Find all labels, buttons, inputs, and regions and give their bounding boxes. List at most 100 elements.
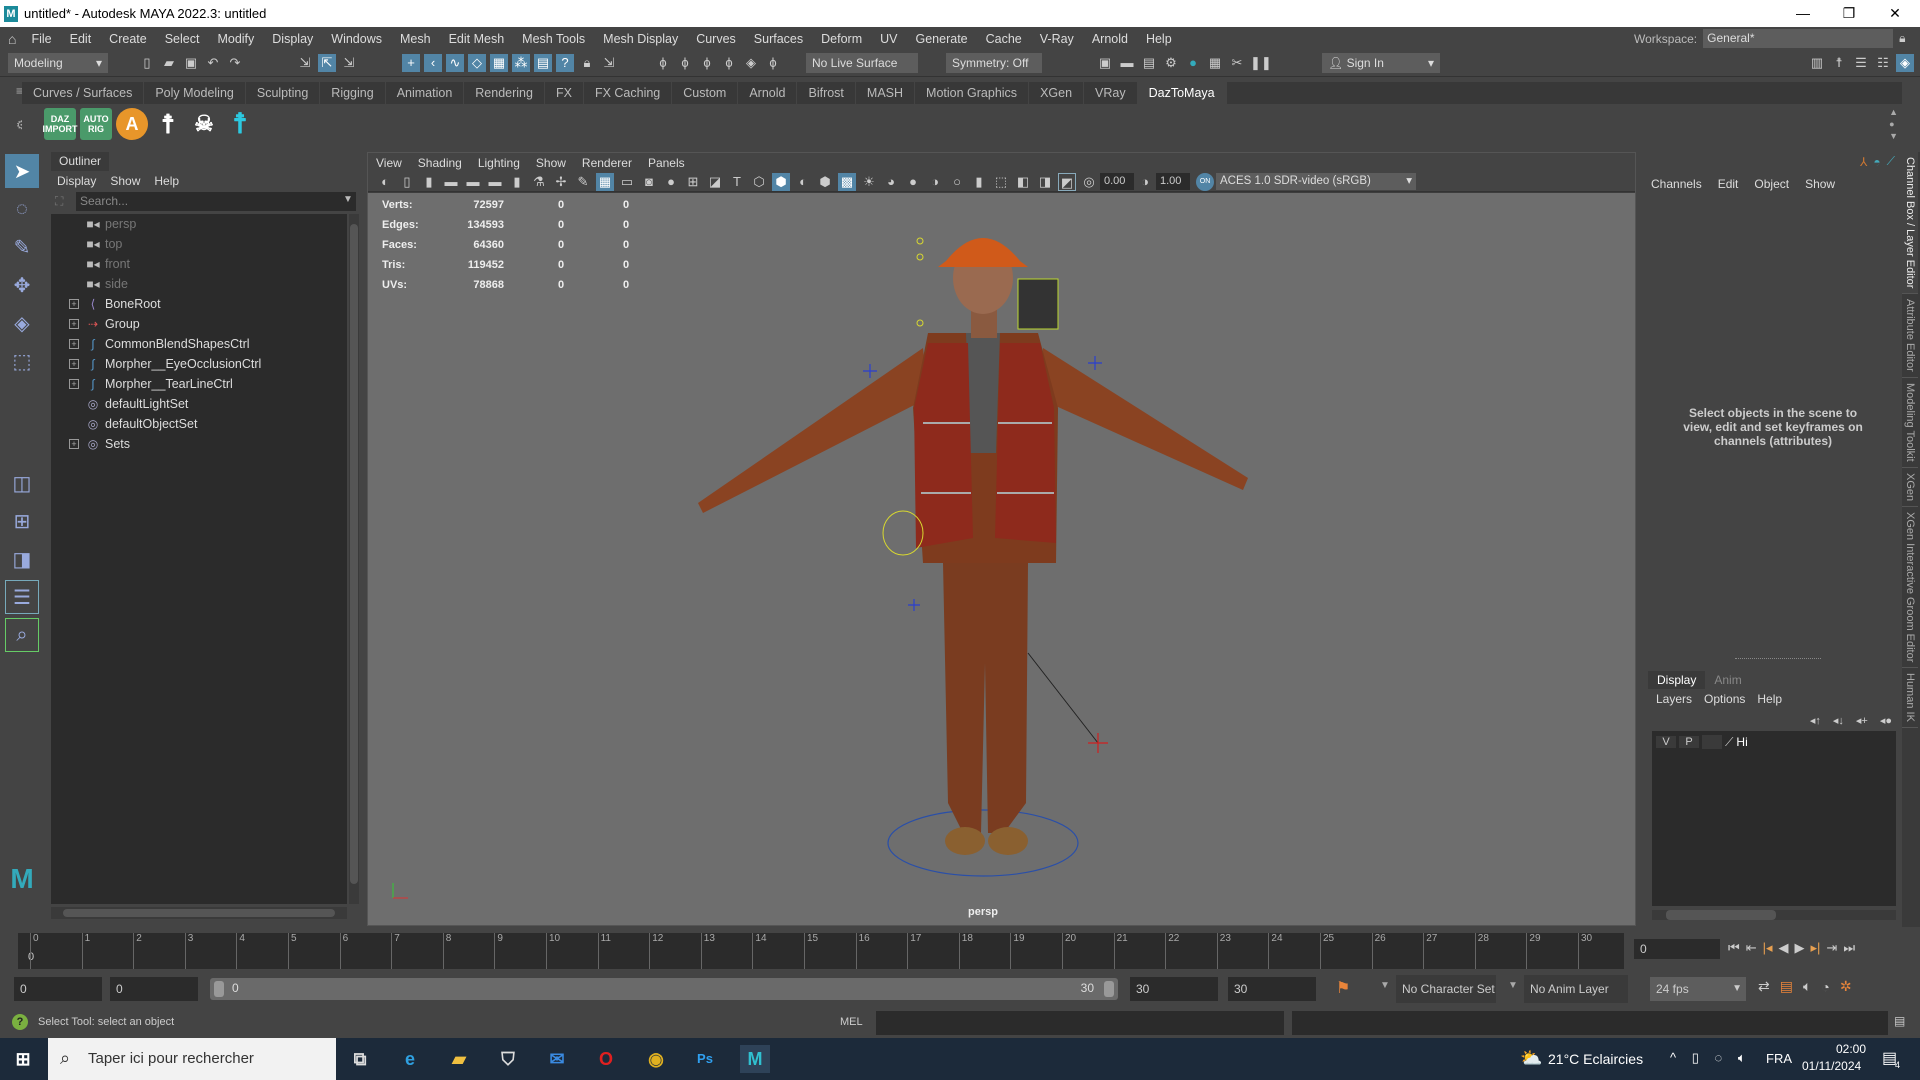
outliner-menu-help[interactable]: Help (154, 174, 179, 188)
filter-icon[interactable]: ⛶ (55, 194, 63, 209)
menu-mesh-tools[interactable]: Mesh Tools (522, 32, 585, 46)
screen-space-ao-icon[interactable]: ● (904, 173, 922, 191)
outliner-item[interactable]: ■◂ side (51, 274, 347, 294)
rotate-tool-icon[interactable]: ◈ (5, 306, 39, 340)
outliner-item[interactable]: ◎ defaultObjectSet (51, 414, 347, 434)
tool-settings-icon[interactable]: ☷ (1874, 54, 1892, 72)
side-tab-xgen-interactive-groom-editor[interactable]: XGen Interactive Groom Editor (1902, 507, 1918, 669)
resolution-gate-icon[interactable]: ◙ (640, 173, 658, 191)
side-tab-channel-box-layer-editor[interactable]: Channel Box / Layer Editor (1902, 152, 1918, 295)
grid-icon[interactable]: ▦ (596, 172, 614, 191)
outliner-item[interactable]: + ∫ Morpher__TearLineCtrl (51, 374, 347, 394)
expand-icon[interactable]: + (69, 319, 79, 329)
outliner-item[interactable]: ■◂ persp (51, 214, 347, 234)
snap-curve-icon[interactable]: ‹ (424, 54, 442, 72)
outliner-horizontal-scrollbar[interactable] (51, 907, 347, 919)
outliner-vertical-scrollbar[interactable] (349, 214, 359, 904)
character-set-select[interactable]: No Character Set (1396, 975, 1496, 1003)
step-back-key-icon[interactable]: ⇤ (1746, 940, 1757, 956)
anim-start-field[interactable]: 0 (110, 977, 198, 1001)
human-ik-icon[interactable]: ☨ (1830, 54, 1848, 72)
shelf-tab-rendering[interactable]: Rendering (464, 82, 545, 104)
outliner-item[interactable]: ◎ defaultLightSet (51, 394, 347, 414)
viewport-menu-view[interactable]: View (376, 156, 402, 170)
search-icon[interactable]: ⌕ (5, 618, 39, 652)
command-input[interactable] (876, 1011, 1284, 1035)
scene-end-field[interactable]: 30 (1228, 977, 1316, 1001)
layer-menu-layers[interactable]: Layers (1656, 692, 1692, 706)
file-explorer-icon[interactable]: ▰ (444, 1045, 474, 1073)
select-camera-icon[interactable]: ◐ (376, 173, 394, 191)
cache-icon[interactable]: ▤ (1780, 978, 1793, 995)
shelf-scroll-icon[interactable]: ▲ ● ▼ (1889, 106, 1898, 142)
help-icon[interactable]: ? (556, 54, 574, 72)
script-editor-icon[interactable]: ▤ (1894, 1014, 1905, 1028)
color-space-select[interactable]: ACES 1.0 SDR-video (sRGB) ▾ (1216, 173, 1416, 190)
camera-attributes-icon[interactable]: ▯ (398, 173, 416, 191)
outliner-tab[interactable]: Outliner (51, 152, 110, 171)
channelbox-menu-edit[interactable]: Edit (1718, 177, 1739, 191)
display-type-toggle[interactable] (1702, 735, 1722, 749)
layer-tab-display[interactable]: Display (1648, 671, 1706, 689)
maya-taskbar-icon[interactable]: M (740, 1045, 770, 1073)
side-tab-xgen[interactable]: XGen (1902, 468, 1918, 508)
outliner-menu-show[interactable]: Show (110, 174, 140, 188)
snap-grid-icon[interactable]: + (402, 54, 420, 72)
expand-icon[interactable]: + (69, 299, 79, 309)
menu-v-ray[interactable]: V-Ray (1040, 32, 1074, 46)
camera-icon[interactable]: ▬ (464, 173, 482, 191)
menu-generate[interactable]: Generate (916, 32, 968, 46)
menu-curves[interactable]: Curves (696, 32, 736, 46)
shelf-tab-rigging[interactable]: Rigging (320, 82, 386, 104)
depth-of-field-icon[interactable]: ▮ (970, 173, 988, 191)
shelf-auto-rig-button[interactable]: AUTO RIG (80, 108, 112, 140)
gamma-icon[interactable]: ◑ (1136, 173, 1154, 191)
lasso-icon[interactable]: ϕ (720, 54, 738, 72)
redo-icon[interactable]: ↷ (226, 54, 244, 72)
new-scene-icon[interactable]: ▯ (138, 54, 156, 72)
close-button[interactable]: ✕ (1872, 0, 1918, 27)
sound-icon[interactable]: 🔈︎ (1803, 978, 1811, 995)
expand-icon[interactable]: + (69, 439, 79, 449)
shelf-tab-xgen[interactable]: XGen (1029, 82, 1085, 104)
edge-icon[interactable]: e (395, 1045, 425, 1073)
side-tab-attribute-editor[interactable]: Attribute Editor (1902, 294, 1918, 379)
save-scene-icon[interactable]: ▣ (182, 54, 200, 72)
layer-tab-anim[interactable]: Anim (1705, 671, 1750, 689)
motion-blur-icon[interactable]: ◑ (926, 173, 944, 191)
menu-file[interactable]: File (31, 32, 51, 46)
tpose-icon[interactable]: ☨ (224, 108, 256, 140)
step-forward-key-icon[interactable]: ⇥ (1826, 940, 1837, 956)
go-to-start-icon[interactable]: ⏮ (1728, 940, 1740, 956)
outliner-search-input[interactable]: Search... (76, 192, 356, 211)
chevron-down-icon[interactable]: ▼ (1380, 980, 1390, 991)
modeling-toolkit-icon[interactable]: ▥ (1808, 54, 1826, 72)
step-back-frame-icon[interactable]: |◂ (1763, 940, 1773, 956)
highlight-selection-icon[interactable]: ⇲ (600, 54, 618, 72)
select-component-icon[interactable]: ⇲ (340, 54, 358, 72)
menu-display[interactable]: Display (272, 32, 313, 46)
menu-help[interactable]: Help (1146, 32, 1172, 46)
play-forward-icon[interactable]: ▶ (1795, 940, 1805, 956)
channelbox-menu-object[interactable]: Object (1754, 177, 1789, 191)
color-management-toggle[interactable]: ON (1196, 172, 1214, 191)
field-chart-icon[interactable]: ⊞ (684, 173, 702, 191)
layer-menu-options[interactable]: Options (1704, 692, 1745, 706)
viewport-canvas[interactable]: Verts: 72597 0 0 Edges: 134593 0 0 Faces: 64360 0 0… (368, 193, 1635, 925)
lock-icon[interactable]: 🔒︎ (1899, 31, 1905, 46)
workspace-select[interactable]: General* (1703, 29, 1894, 48)
lasso-icon[interactable]: ϕ (698, 54, 716, 72)
menu-mesh[interactable]: Mesh (400, 32, 431, 46)
outliner-item[interactable]: + ∫ CommonBlendShapesCtrl (51, 334, 347, 354)
layer-menu-help[interactable]: Help (1757, 692, 1782, 706)
shelf-tab-sculpting[interactable]: Sculpting (246, 82, 321, 104)
sign-in-button[interactable]: 👤︎ Sign In ▾ (1322, 53, 1440, 73)
fps-select[interactable]: 24 fps ▼ (1650, 977, 1746, 1001)
lasso-tool-icon[interactable]: ◌ (5, 192, 39, 226)
wireframe-on-shaded-icon[interactable]: ⬢ (816, 173, 834, 191)
menu-mesh-display[interactable]: Mesh Display (603, 32, 678, 46)
expand-icon[interactable]: + (69, 339, 79, 349)
new-layer-selected-icon[interactable]: ◂● (1880, 714, 1892, 727)
paint-select-tool-icon[interactable]: ✎ (5, 230, 39, 264)
home-icon[interactable]: ⌂ (8, 31, 16, 47)
